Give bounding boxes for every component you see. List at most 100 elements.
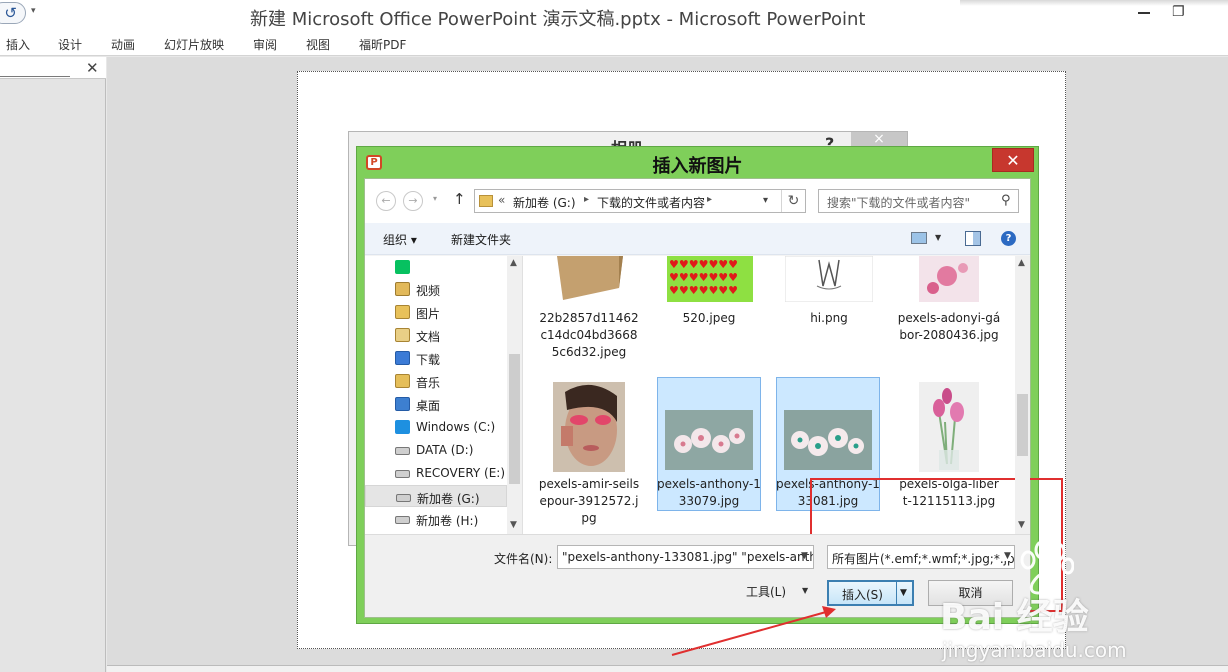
file-item[interactable]: 22b2857d11462c14dc04bd36685c6d32.jpeg [537, 256, 641, 376]
drive-icon [395, 470, 410, 478]
filename-value: "pexels-anthony-133081.jpg" "pexels-anth… [562, 550, 813, 564]
tools-button[interactable]: 工具(L) [746, 583, 786, 600]
view-options-dropdown-icon[interactable]: ▼ [935, 233, 941, 242]
forward-icon[interactable]: → [403, 191, 423, 211]
breadcrumb-folder[interactable]: 下载的文件或者内容 [597, 194, 705, 211]
quick-access-dropdown-icon[interactable]: ▾ [31, 6, 36, 16]
file-list-scrollbar[interactable]: ▲ ▼ [1015, 256, 1030, 534]
search-icon[interactable]: ⚲ [1001, 193, 1011, 208]
tab-insert[interactable]: 插入 [6, 36, 30, 53]
nav-item-documents[interactable]: 文档 [365, 324, 507, 346]
powerpoint-icon: P [366, 155, 382, 170]
address-dropdown-icon[interactable]: ▾ [763, 195, 768, 206]
drive-icon [395, 516, 410, 524]
file-name: pexels-amir-seilsepour-3912572.jpg [538, 477, 640, 525]
nav-item-downloads[interactable]: 下载 [365, 347, 507, 369]
cardboard-box-thumbnail [553, 256, 625, 302]
tab-review[interactable]: 审阅 [253, 36, 277, 53]
nav-item-drive-e[interactable]: RECOVERY (E:) [365, 462, 507, 484]
address-overflow[interactable]: « [498, 193, 505, 207]
tab-foxit-pdf[interactable]: 福昕PDF [359, 36, 406, 53]
music-folder-icon [395, 374, 410, 388]
file-item[interactable]: pexels-amir-seilsepour-3912572.jpg [537, 378, 641, 528]
file-name: 22b2857d11462c14dc04bd36685c6d32.jpeg [539, 311, 639, 359]
back-icon[interactable]: ← [376, 191, 396, 211]
file-name: pexels-adonyi-gábor-2080436.jpg [897, 311, 1001, 342]
nav-item-label: 音乐 [416, 376, 441, 390]
refresh-icon[interactable]: ↻ [781, 190, 805, 212]
tab-view[interactable]: 视图 [306, 36, 330, 53]
insert-options-dropdown-icon[interactable]: ▼ [900, 588, 907, 598]
file-item[interactable]: hi.png [777, 256, 881, 376]
scroll-down-icon[interactable]: ▼ [510, 520, 517, 530]
videos-folder-icon [395, 282, 410, 296]
nav-item-desktop[interactable]: 桌面 [365, 393, 507, 415]
tools-dropdown-icon[interactable]: ▼ [802, 586, 808, 595]
chevron-right-icon[interactable]: ▸ [707, 194, 712, 205]
breadcrumb-drive[interactable]: 新加卷 (G:) [513, 194, 576, 211]
navigation-row: ← → ▾ ↑ « 新加卷 (G:) ▸ 下载的文件或者内容 ▸ ▾ ↻ 搜索"… [365, 179, 1030, 223]
slides-panel-header: ✕ [0, 57, 106, 79]
split-divider [896, 582, 897, 604]
navigation-pane: 视频 图片 文档 下载 音乐 桌面 Windows (C:) DATA (D:)… [365, 256, 523, 534]
svg-text:♥♥♥♥♥♥♥: ♥♥♥♥♥♥♥ [669, 271, 738, 284]
nav-item-label: RECOVERY (E:) [416, 466, 506, 480]
filename-label: 文件名(N): [494, 552, 553, 566]
filename-dropdown-icon[interactable]: ▼ [801, 551, 808, 561]
downloads-folder-icon [395, 351, 410, 365]
nav-item-drive-h[interactable]: 新加卷 (H:) [365, 508, 507, 530]
scrollbar-thumb[interactable] [1017, 394, 1028, 456]
nav-item-pictures[interactable]: 图片 [365, 301, 507, 323]
scroll-down-icon[interactable]: ▼ [1018, 520, 1025, 530]
portrait-thumbnail [553, 382, 625, 472]
recent-locations-icon[interactable]: ▾ [433, 194, 437, 203]
folder-icon [479, 195, 493, 207]
nav-item-drive-g[interactable]: 新加卷 (G:) [365, 485, 507, 507]
chevron-right-icon[interactable]: ▸ [584, 194, 589, 205]
close-panel-icon[interactable]: ✕ [86, 59, 99, 77]
search-input[interactable]: 搜索"下载的文件或者内容" ⚲ [818, 189, 1019, 213]
pictures-folder-icon [395, 305, 410, 319]
nav-item-wechat[interactable] [365, 256, 507, 278]
hearts-thumbnail: ♥♥♥♥♥♥♥ ♥♥♥♥♥♥♥ ♥♥♥♥♥♥♥ [667, 256, 753, 302]
tab-slideshow[interactable]: 幻灯片放映 [164, 36, 224, 53]
minimize-icon[interactable] [1138, 12, 1150, 14]
pink-tulips-thumbnail [919, 382, 979, 472]
scroll-up-icon[interactable]: ▲ [1018, 258, 1025, 268]
drive-icon [396, 494, 411, 502]
sketch-thumbnail [785, 256, 873, 302]
scrollbar-thumb[interactable] [509, 354, 520, 484]
tab-design[interactable]: 设计 [58, 36, 82, 53]
insert-button[interactable]: 插入(S) ▼ [827, 580, 914, 606]
slides-panel: ✕ [0, 57, 106, 672]
nav-item-label: 桌面 [416, 399, 441, 413]
insert-picture-dialog: 插入新图片 P ✕ ← → ▾ ↑ « 新加卷 (G:) ▸ 下载的文件或者内容… [356, 146, 1063, 624]
undo-icon[interactable]: ↺ [0, 2, 26, 24]
file-item[interactable]: ♥♥♥♥♥♥♥ ♥♥♥♥♥♥♥ ♥♥♥♥♥♥♥ 520.jpeg [657, 256, 761, 376]
filename-input[interactable]: "pexels-anthony-133081.jpg" "pexels-anth… [557, 545, 814, 569]
help-icon[interactable]: ? [1001, 231, 1016, 246]
new-folder-button[interactable]: 新建文件夹 [451, 231, 511, 248]
nav-item-drive-d[interactable]: DATA (D:) [365, 439, 507, 461]
nav-item-drive-c[interactable]: Windows (C:) [365, 416, 507, 438]
nav-item-label: DATA (D:) [416, 443, 474, 457]
change-view-icon[interactable] [911, 232, 927, 244]
nav-item-label: 视频 [416, 284, 441, 298]
file-item[interactable]: pexels-adonyi-gábor-2080436.jpg [897, 256, 1001, 376]
organize-button[interactable]: 组织 ▾ [383, 231, 417, 248]
navigation-scrollbar[interactable]: ▲ ▼ [507, 256, 522, 534]
tab-animations[interactable]: 动画 [111, 36, 135, 53]
file-item-selected[interactable]: pexels-anthony-133079.jpg [657, 378, 761, 512]
preview-pane-icon[interactable] [965, 231, 981, 246]
up-arrow-icon[interactable]: ↑ [453, 190, 466, 208]
file-list: 22b2857d11462c14dc04bd36685c6d32.jpeg ♥♥… [523, 256, 1063, 612]
dialog-close-button[interactable]: ✕ [992, 148, 1034, 172]
nav-item-music[interactable]: 音乐 [365, 370, 507, 392]
nav-item-videos[interactable]: 视频 [365, 278, 507, 300]
restore-icon[interactable]: ❐ [1172, 4, 1188, 20]
address-bar[interactable]: « 新加卷 (G:) ▸ 下载的文件或者内容 ▸ ▾ ↻ [474, 189, 806, 213]
dialog-title: 插入新图片 [652, 156, 743, 177]
scroll-up-icon[interactable]: ▲ [510, 258, 517, 268]
baidu-jingyan-watermark: Bai 经验 jingyan.baidu.com [940, 540, 1220, 670]
svg-text:♥♥♥♥♥♥♥: ♥♥♥♥♥♥♥ [669, 284, 738, 297]
